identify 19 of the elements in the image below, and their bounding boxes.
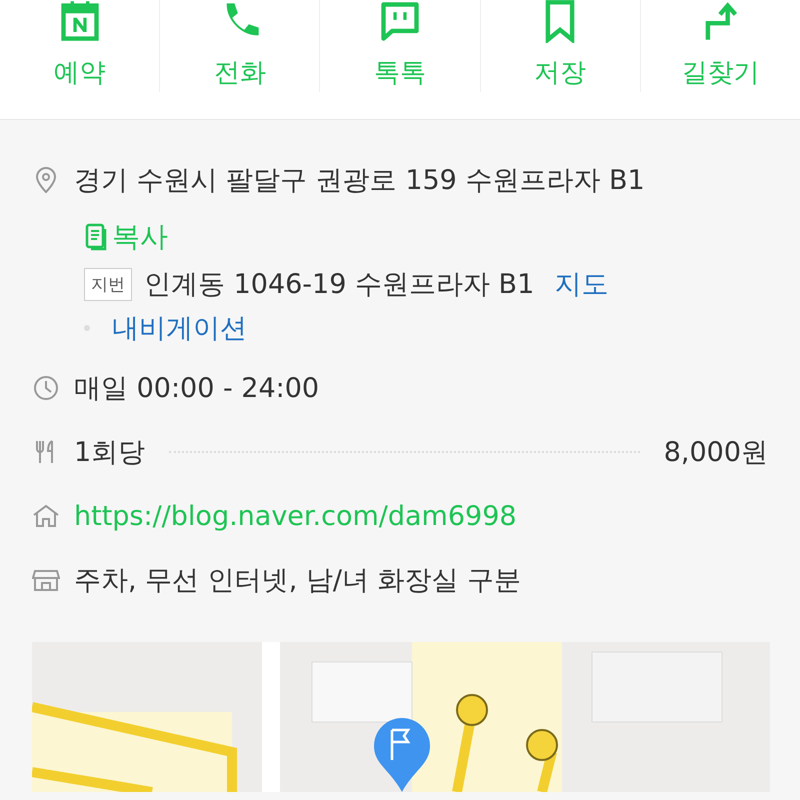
homepage-link[interactable]: https://blog.naver.com/dam6998 <box>74 500 517 532</box>
action-button[interactable]: 전화 <box>159 0 320 92</box>
price-value: 8,000원 <box>664 436 768 470</box>
amenities: 주차, 무선 인터넷, 남/녀 화장실 구분 <box>74 564 522 598</box>
copy-link[interactable]: 복사 <box>84 218 168 256</box>
document-icon <box>84 223 108 251</box>
home-icon <box>32 502 60 530</box>
action-button[interactable]: 예약 <box>0 0 160 92</box>
price-label: 1회당 <box>74 436 146 470</box>
action-button[interactable]: 톡톡 <box>319 0 480 92</box>
action-button[interactable]: 길찾기 <box>640 0 800 92</box>
map-link[interactable]: 지도 <box>554 266 608 302</box>
action-button[interactable]: 저장 <box>480 0 640 92</box>
road-address: 경기 수원시 팔달구 권광로 159 수원프라자 B1 <box>74 164 645 198</box>
navigation-link[interactable]: 내비게이션 <box>112 310 247 346</box>
lot-number-badge: 지번 <box>84 268 132 300</box>
opening-hours: 매일 00:00 - 24:00 <box>74 372 320 406</box>
lot-address: 인계동 1046-19 수원프라자 B1 <box>144 268 534 302</box>
clock-icon <box>32 374 60 402</box>
